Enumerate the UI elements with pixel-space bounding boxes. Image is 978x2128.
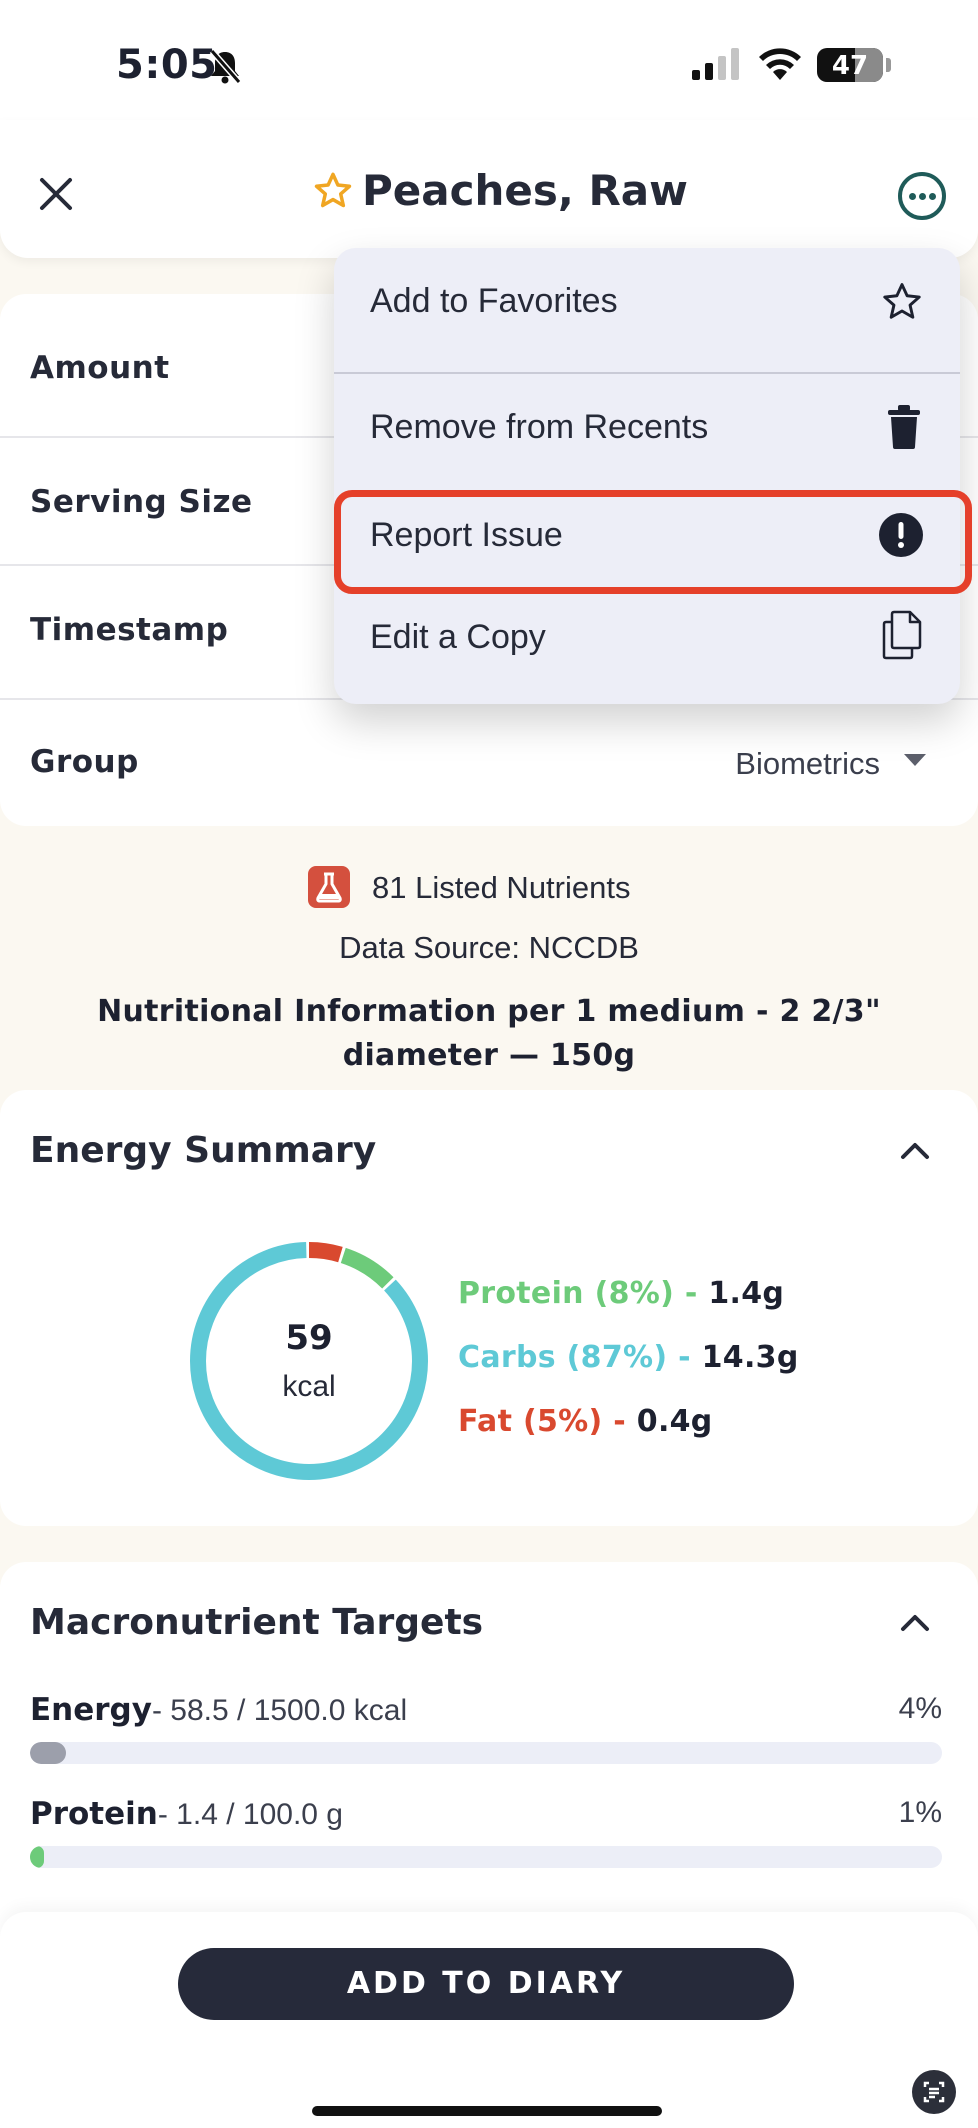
- carbs-value: 14.3g: [701, 1340, 799, 1375]
- more-options-button[interactable]: [898, 172, 946, 220]
- target-name: Energy: [30, 1692, 152, 1728]
- target-percent: 1%: [898, 1796, 942, 1829]
- protein-label: Protein (8%) -: [458, 1276, 698, 1311]
- energy-summary-card: Energy Summary 59 kcal Protein (8%) - 1.…: [0, 1090, 978, 1526]
- menu-item-edit-a-copy[interactable]: Edit a Copy: [334, 588, 960, 696]
- target-progress-fill: [30, 1742, 67, 1764]
- footer: ADD TO DIARY: [0, 1912, 978, 2128]
- fat-label: Fat (5%) -: [458, 1404, 627, 1439]
- page-title: Peaches, Raw: [362, 166, 688, 215]
- protein-summary: Protein (8%) - 1.4g: [458, 1276, 784, 1311]
- signal-icon: [692, 48, 739, 80]
- carbs-label: Carbs (87%) -: [458, 1340, 691, 1375]
- serving-size-label: Serving Size: [30, 484, 253, 520]
- bell-muted-icon: [209, 49, 242, 84]
- menu-item-label: Report Issue: [370, 516, 563, 554]
- battery-nub: [886, 58, 891, 72]
- flask-icon: [308, 866, 350, 908]
- menu-item-label: Add to Favorites: [370, 282, 618, 320]
- data-source: Data Source: NCCDB: [339, 930, 639, 965]
- target-detail: - 58.5 / 1500.0 kcal: [151, 1694, 408, 1727]
- nutrition-info-heading: Nutritional Information per 1 medium - 2…: [97, 994, 881, 1073]
- kcal-unit: kcal: [282, 1370, 336, 1403]
- fat-summary: Fat (5%) - 0.4g: [458, 1404, 713, 1439]
- collapse-chevron-icon[interactable]: [898, 1138, 932, 1162]
- trash-icon: [888, 405, 920, 449]
- battery-indicator: 47: [817, 48, 883, 82]
- menu-item-label: Edit a Copy: [370, 618, 546, 656]
- amount-label: Amount: [30, 350, 170, 386]
- target-detail: - 1.4 / 100.0 g: [157, 1798, 343, 1831]
- macronutrient-targets-title: Macronutrient Targets: [30, 1602, 484, 1643]
- target-progress-bar: [30, 1846, 942, 1868]
- menu-item-add-to-favorites[interactable]: Add to Favorites: [334, 248, 960, 356]
- target-row-protein: Protein- 1.4 / 100.0 g 1%: [30, 1796, 942, 1868]
- target-row-energy: Energy- 58.5 / 1500.0 kcal 4%: [30, 1692, 942, 1764]
- copy-icon: [882, 610, 922, 660]
- battery-level: 47: [831, 51, 869, 81]
- target-percent: 4%: [898, 1692, 942, 1725]
- collapse-chevron-icon[interactable]: [898, 1610, 932, 1634]
- options-menu: Add to Favorites Remove from Recents Rep…: [334, 248, 960, 704]
- close-icon[interactable]: [38, 176, 74, 212]
- wifi-icon: [759, 48, 801, 80]
- status-time: 5:05: [116, 42, 218, 88]
- exclamation-circle-icon: [879, 513, 923, 557]
- group-label: Group: [30, 744, 139, 780]
- nutrients-count: 81 Listed Nutrients: [372, 870, 631, 905]
- timestamp-label: Timestamp: [30, 612, 229, 648]
- energy-summary-title: Energy Summary: [30, 1130, 377, 1171]
- protein-value: 1.4g: [708, 1276, 785, 1311]
- scan-text-icon[interactable]: [912, 2070, 956, 2114]
- kcal-value: 59: [285, 1318, 333, 1358]
- target-progress-bar: [30, 1742, 942, 1764]
- group-select[interactable]: Biometrics: [735, 746, 880, 782]
- menu-item-label: Remove from Recents: [370, 408, 709, 446]
- header: Peaches, Raw: [0, 120, 978, 258]
- target-progress-fill: [30, 1846, 44, 1868]
- menu-item-report-issue[interactable]: Report Issue: [334, 480, 960, 588]
- caret-down-icon[interactable]: [904, 754, 926, 766]
- carbs-summary: Carbs (87%) - 14.3g: [458, 1340, 799, 1375]
- favorite-star-icon[interactable]: [312, 170, 354, 212]
- target-name: Protein: [30, 1796, 158, 1832]
- home-indicator: [312, 2106, 662, 2116]
- star-outline-icon: [883, 283, 921, 319]
- menu-item-remove-from-recents[interactable]: Remove from Recents: [334, 372, 960, 480]
- status-bar: 5:05 47: [0, 0, 978, 120]
- energy-donut-chart: [190, 1242, 428, 1480]
- fat-value: 0.4g: [636, 1404, 713, 1439]
- add-to-diary-button[interactable]: ADD TO DIARY: [178, 1948, 794, 2020]
